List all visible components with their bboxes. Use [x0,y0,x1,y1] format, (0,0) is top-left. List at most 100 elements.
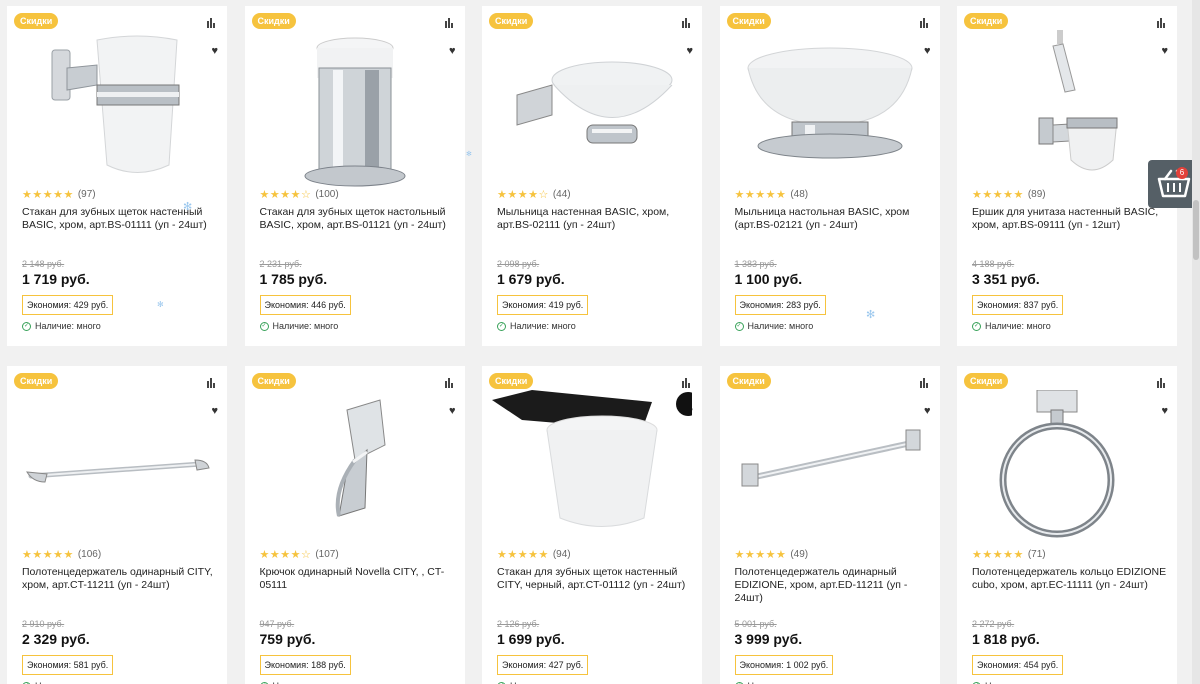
product-rating: ★★★★★ (94) [497,548,571,561]
old-price: 2 272 руб. [972,619,1015,629]
product-image[interactable] [492,390,700,550]
product-image[interactable] [255,390,455,550]
product-card[interactable]: Скидки ♥ ★★★★☆ (44) Мыльница настенная B… [482,6,702,346]
current-price: 1 785 руб. [259,271,328,287]
rating-stars: ★★★★★ [22,549,74,561]
discount-badge: Скидки [14,373,59,389]
review-count: (49) [790,549,809,560]
product-title-link[interactable]: Мыльница настенная BASIC, хром, арт.BS-0… [497,206,692,232]
product-title-link[interactable]: Полотенцедержатель кольцо EDIZIONE cubo,… [972,566,1167,592]
compare-icon[interactable] [682,378,692,388]
product-image[interactable] [492,30,692,190]
product-image[interactable] [17,390,217,550]
stock-status: ✓ Наличие: много [972,321,1051,331]
stock-text: Наличие: много [35,321,101,331]
stock-text: Наличие: много [510,321,576,331]
product-rating: ★★★★★ (49) [735,548,809,561]
stock-status: ✓ Наличие: много [22,321,101,331]
old-price: 2 098 руб. [497,259,540,269]
review-count: (71) [1027,549,1046,560]
discount-badge: Скидки [14,13,59,29]
compare-icon[interactable] [1157,18,1167,28]
product-rating: ★★★★★ (106) [22,548,101,561]
saving-label: Экономия: 283 руб. [734,295,826,315]
old-price: 947 руб. [259,619,295,629]
product-title-link[interactable]: Полотенцедержатель одинарный EDIZIONE, х… [735,566,930,605]
rating-stars: ★★★★★ [972,189,1024,201]
product-title-link[interactable]: Стакан для зубных щеток настенный CITY, … [497,566,692,592]
review-count: (44) [552,189,571,200]
compare-icon[interactable] [919,378,930,388]
product-card[interactable]: Скидки ♥ ★★★★★ (48) Мыльница настольная … [719,6,940,346]
check-circle-icon: ✓ [734,321,744,331]
saving-label: Экономия: 454 руб. [972,655,1064,675]
saving-label: Экономия: 429 руб. [22,295,114,315]
compare-icon[interactable] [682,18,692,28]
review-count: (107) [315,549,339,560]
review-count: (100) [315,189,339,200]
product-image[interactable] [730,30,930,190]
current-price: 3 351 руб. [972,271,1040,287]
discount-badge: Скидки [489,13,534,29]
snowflake-icon: ✻ [866,309,876,321]
review-count: (89) [1027,189,1046,200]
saving-label: Экономия: 446 руб. [259,295,351,315]
product-title-link[interactable]: Стакан для зубных щеток настольный BASIC… [260,206,455,232]
compare-icon[interactable] [207,378,217,388]
review-count: (97) [77,189,96,200]
check-circle-icon: ✓ [22,321,31,331]
product-card[interactable]: Скидки ♥ ★★★★☆ (107) Крючок одинарный No… [244,366,465,684]
discount-badge: Скидки [251,373,296,389]
product-card[interactable]: Скидки ♥ ★★★★☆ (100) Стакан для зубных щ… [244,6,465,346]
discount-badge: Скидки [964,373,1009,389]
old-price: 2 148 руб. [22,259,65,269]
saving-label: Экономия: 427 руб. [497,655,589,675]
stock-text: Наличие: много [985,321,1051,331]
current-price: 2 329 руб. [22,631,90,647]
current-price: 1 679 руб. [497,271,565,287]
product-card[interactable]: Скидки ♥ ★★★★★ (89) Ершик для унитаза на… [957,6,1177,346]
product-card[interactable]: Скидки ♥ ★★★★★ (97) Стакан для зубных ще… [7,6,227,346]
product-card[interactable]: Скидки ♥ ★★★★★ (49) Полотенцедержатель о… [719,366,940,684]
product-rating: ★★★★☆ (107) [260,548,339,561]
product-image[interactable] [17,30,217,190]
product-image[interactable] [255,30,455,190]
old-price: 2 126 руб. [497,619,540,629]
product-title-link[interactable]: Полотенцедержатель одинарный CITY, хром,… [22,566,217,592]
old-price: 1 383 руб. [734,259,777,269]
current-price: 759 руб. [259,631,316,647]
product-title-link[interactable]: Мыльница настольная BASIC, хром (арт.BS-… [735,206,930,232]
product-image[interactable] [730,390,930,550]
product-card[interactable]: Скидки ♥ ★★★★★ (94) Стакан для зубных ще… [482,366,702,684]
snowflake-icon: ✻ [466,151,472,158]
rating-stars: ★★★★★ [972,549,1024,561]
page-scrollbar[interactable] [1192,0,1200,684]
rating-stars: ★★★★☆ [497,189,549,201]
saving-label: Экономия: 581 руб. [22,655,114,675]
compare-icon[interactable] [1157,378,1167,388]
discount-badge: Скидки [251,13,296,29]
old-price: 2 910 руб. [22,619,65,629]
current-price: 1 818 руб. [972,631,1040,647]
product-card[interactable]: Скидки ♥ ★★★★★ (106) Полотенцедержатель … [7,366,227,684]
product-image[interactable] [967,389,1167,550]
old-price: 4 188 руб. [972,259,1015,269]
product-grid: Скидки ♥ ★★★★★ (97) Стакан для зубных ще… [7,6,1187,684]
compare-icon[interactable] [207,18,217,28]
rating-stars: ★★★★★ [734,549,787,561]
rating-stars: ★★★★★ [734,189,787,201]
product-title-link[interactable]: Ершик для унитаза настенный BASIC, хром,… [972,206,1167,232]
compare-icon[interactable] [444,378,455,388]
compare-icon[interactable] [444,18,455,28]
snowflake-icon: ✻ [183,201,193,213]
compare-icon[interactable] [919,18,930,28]
product-title-link[interactable]: Крючок одинарный Novella CITY, , CT-0511… [260,566,455,592]
product-card[interactable]: Скидки ♥ ★★★★★ (71) Полотенцедержатель к… [957,366,1177,684]
saving-label: Экономия: 837 руб. [972,295,1064,315]
check-circle-icon: ✓ [259,321,269,331]
current-price: 1 719 руб. [22,271,90,287]
old-price: 5 001 руб. [734,619,777,629]
product-image[interactable] [967,30,1167,190]
current-price: 3 999 руб. [734,631,803,647]
scrollbar-thumb[interactable] [1193,200,1199,260]
